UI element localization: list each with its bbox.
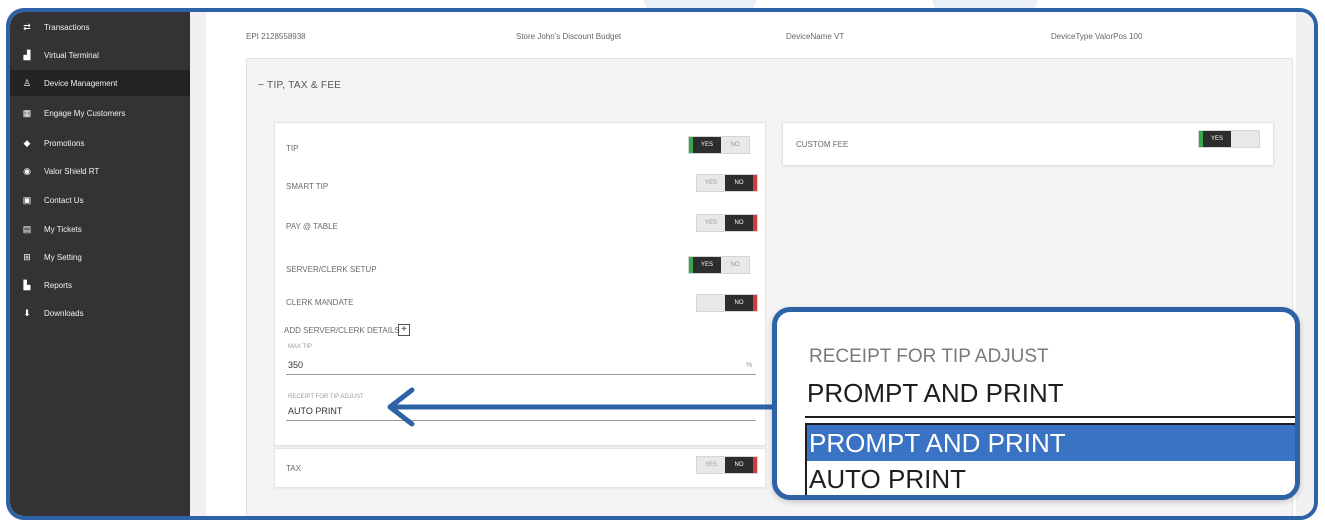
sidebar-item-promotions[interactable]: ◆ Promotions — [10, 130, 190, 156]
zoom-callout: RECEIPT FOR TIP ADJUST PROMPT AND PRINT … — [772, 307, 1300, 500]
ticket-icon: ▤ — [22, 223, 32, 234]
receipt-tip-select[interactable]: AUTO PRINT — [288, 406, 342, 416]
pay-table-toggle-no[interactable]: NO — [725, 215, 757, 231]
settings-icon: ⊞ — [23, 251, 31, 262]
tip-toggle-yes[interactable]: YES — [689, 137, 721, 153]
section-title-text: TIP, TAX & FEE — [267, 80, 342, 91]
sidebar-item-transactions[interactable]: ⇄ Transactions — [10, 14, 190, 40]
sidebar-item-label: Engage My Customers — [44, 108, 126, 118]
terminal-icon: ▟ — [23, 49, 31, 60]
sidebar-item-valor-shield[interactable]: ◉ Valor Shield RT — [10, 158, 190, 184]
custom-fee-label: CUSTOM FEE — [796, 140, 849, 149]
store-label: Store John's Discount Budget — [516, 32, 622, 41]
sidebar-item-device-management[interactable]: ♙ Device Management — [10, 70, 190, 96]
smart-tip-toggle[interactable]: YES NO — [696, 174, 758, 192]
swap-icon: ⇄ — [23, 21, 31, 32]
pointer-arrow-icon — [387, 387, 772, 427]
screenshot-frame: ⇄ Transactions ▟ Virtual Terminal ♙ Devi… — [0, 0, 1325, 522]
callout-label: RECEIPT FOR TIP ADJUST — [809, 346, 1049, 367]
sidebar-item-label: My Tickets — [44, 224, 82, 234]
tip-toggle-no[interactable]: NO — [721, 137, 749, 153]
grid-icon: ▦ — [22, 107, 32, 118]
sidebar-item-my-tickets[interactable]: ▤ My Tickets — [10, 216, 190, 242]
tax-toggle-yes[interactable]: YES — [697, 457, 725, 473]
device-type-label: DeviceType ValorPos 100 — [1051, 32, 1143, 41]
device-icon: ♙ — [22, 77, 32, 88]
receipt-tip-label: RECEIPT FOR TIP ADJUST — [288, 394, 364, 400]
smart-tip-toggle-yes[interactable]: YES — [697, 175, 725, 191]
sidebar-item-label: Device Management — [44, 78, 118, 88]
tax-toggle[interactable]: YES NO — [696, 456, 758, 474]
tip-toggle[interactable]: YES NO — [688, 136, 750, 154]
tax-label: TAX — [286, 464, 301, 473]
smart-tip-toggle-no[interactable]: NO — [725, 175, 757, 191]
section-title[interactable]: − TIP, TAX & FEE — [258, 80, 341, 91]
server-clerk-toggle-no[interactable]: NO — [721, 257, 749, 273]
download-icon: ⬇ — [23, 307, 31, 318]
custom-fee-toggle[interactable]: YES — [1198, 130, 1260, 148]
tag-icon: ◆ — [23, 137, 31, 148]
epi-label: EPI 2128558938 — [246, 32, 306, 41]
option-prompt-and-print[interactable]: PROMPT AND PRINT — [807, 425, 1295, 461]
custom-fee-toggle-no[interactable] — [1231, 131, 1259, 147]
tax-toggle-no[interactable]: NO — [725, 457, 757, 473]
max-tip-value[interactable]: 350 — [288, 360, 303, 370]
sidebar-item-label: Valor Shield RT — [44, 166, 100, 176]
clerk-mandate-toggle-yes[interactable] — [697, 295, 725, 311]
pay-table-toggle[interactable]: YES NO — [696, 214, 758, 232]
max-tip-underline — [286, 374, 756, 375]
callout-dropdown-list: PROMPT AND PRINT AUTO PRINT — [805, 423, 1295, 495]
sidebar-item-label: Promotions — [44, 138, 85, 148]
collapse-icon: − — [258, 80, 268, 91]
custom-fee-toggle-yes[interactable]: YES — [1199, 131, 1231, 147]
max-tip-unit: % — [746, 362, 753, 369]
shield-icon: ◉ — [23, 165, 31, 176]
sidebar-item-label: Downloads — [44, 308, 84, 318]
report-icon: ▙ — [23, 279, 31, 290]
sidebar-item-downloads[interactable]: ⬇ Downloads — [10, 300, 190, 326]
contact-icon: ▣ — [22, 194, 32, 205]
server-clerk-label: SERVER/CLERK SETUP — [286, 265, 377, 274]
pay-table-toggle-yes[interactable]: YES — [697, 215, 725, 231]
sidebar-item-my-setting[interactable]: ⊞ My Setting — [10, 244, 190, 270]
option-auto-print[interactable]: AUTO PRINT — [807, 461, 1295, 495]
max-tip-label: MAX TIP — [288, 344, 312, 350]
sidebar: ⇄ Transactions ▟ Virtual Terminal ♙ Devi… — [10, 12, 190, 516]
add-server-label: ADD SERVER/CLERK DETAILS — [284, 326, 400, 335]
sidebar-item-label: Reports — [44, 280, 73, 290]
clerk-mandate-label: CLERK MANDATE — [286, 298, 354, 307]
callout-select-value: PROMPT AND PRINT — [807, 378, 1064, 408]
server-clerk-toggle-yes[interactable]: YES — [689, 257, 721, 273]
sidebar-item-label: Virtual Terminal — [44, 50, 99, 60]
pay-table-label: PAY @ TABLE — [286, 222, 338, 231]
content-gutter — [190, 12, 206, 516]
sidebar-item-reports[interactable]: ▙ Reports — [10, 272, 190, 298]
device-name-label: DeviceName VT — [786, 32, 845, 41]
tax-card — [274, 448, 766, 488]
sidebar-item-label: My Setting — [44, 252, 82, 262]
clerk-mandate-toggle[interactable]: NO — [696, 294, 758, 312]
add-server-plus-icon[interactable]: + — [398, 324, 410, 336]
sidebar-item-contact-us[interactable]: ▣ Contact Us — [10, 187, 190, 213]
sidebar-item-virtual-terminal[interactable]: ▟ Virtual Terminal — [10, 42, 190, 68]
smart-tip-label: SMART TIP — [286, 182, 329, 191]
clerk-mandate-toggle-no[interactable]: NO — [725, 295, 757, 311]
sidebar-item-label: Transactions — [44, 22, 90, 32]
tip-label: TIP — [286, 144, 299, 153]
server-clerk-toggle[interactable]: YES NO — [688, 256, 750, 274]
sidebar-item-engage-customers[interactable]: ▦ Engage My Customers — [10, 100, 190, 126]
sidebar-item-label: Contact Us — [44, 195, 84, 205]
